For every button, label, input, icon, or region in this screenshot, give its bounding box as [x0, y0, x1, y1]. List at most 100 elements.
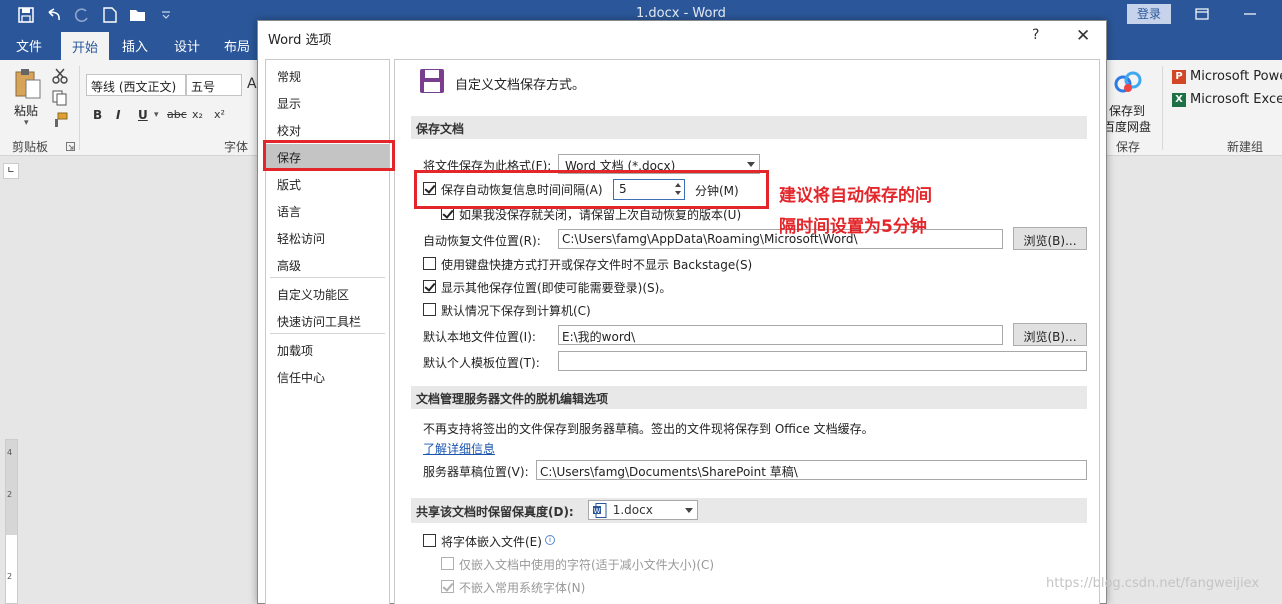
- ribbon-display-options-icon[interactable]: [1192, 5, 1212, 23]
- undo-icon[interactable]: [42, 5, 66, 25]
- embed-fonts-label: 将字体嵌入文件(E): [441, 535, 542, 549]
- save-floppy-icon: [419, 68, 445, 98]
- save-to-baidu-label-2[interactable]: 百度网盘: [1103, 118, 1151, 135]
- info-icon[interactable]: i: [545, 535, 555, 545]
- paste-button[interactable]: 粘贴: [14, 102, 38, 119]
- nav-item-proofing[interactable]: 校对: [266, 117, 389, 141]
- ruler-number: 2: [7, 490, 13, 499]
- save-icon[interactable]: [14, 5, 38, 25]
- tab-layout[interactable]: 布局: [224, 36, 250, 55]
- format-painter-icon[interactable]: [52, 112, 68, 131]
- font-name-combo[interactable]: 等线 (西文正文): [86, 74, 186, 96]
- tab-design[interactable]: 设计: [174, 36, 200, 55]
- show-more-locations-label: 显示其他保存位置(即使可能需要登录)(S)。: [441, 281, 672, 295]
- save-to-baidu-label-1[interactable]: 保存到: [1109, 102, 1145, 119]
- template-path-label: 默认个人模板位置(T):: [423, 356, 540, 370]
- highlight-save-nav: [263, 140, 395, 171]
- highlight-autorecover-setting: [414, 170, 769, 209]
- drafts-path-label: 服务器草稿位置(V):: [423, 465, 529, 479]
- login-button[interactable]: 登录: [1127, 4, 1171, 24]
- learn-more-link[interactable]: 了解详细信息: [423, 440, 495, 457]
- chevron-down-icon: [747, 162, 755, 167]
- browse-local-button[interactable]: 浏览(B)...: [1013, 323, 1087, 346]
- new-document-icon[interactable]: [98, 5, 122, 25]
- new-group-label: 新建组: [1227, 140, 1264, 154]
- section-offline-editing: 文档管理服务器文件的脱机编辑选项: [411, 386, 1087, 409]
- nav-item-customize-ribbon[interactable]: 自定义功能区: [266, 281, 389, 305]
- clipboard-dialog-launcher-icon[interactable]: [66, 140, 75, 154]
- no-common-fonts-checkbox[interactable]: [441, 580, 454, 593]
- ribbon-separator: [79, 66, 80, 150]
- template-path-input[interactable]: [558, 351, 1087, 371]
- paste-dropdown-icon[interactable]: ▾: [24, 118, 29, 128]
- tab-file[interactable]: 文件: [16, 36, 42, 55]
- show-more-locations-checkbox[interactable]: [423, 280, 436, 293]
- local-path-label: 默认本地文件位置(I):: [423, 330, 536, 344]
- annotation-note: 建议将自动保存的间 隔时间设置为5分钟: [779, 181, 959, 243]
- copy-icon[interactable]: [52, 90, 68, 109]
- watermark: https://blog.csdn.net/fangweijiex: [1046, 576, 1260, 591]
- ruler-number: 2: [7, 572, 13, 581]
- tab-home[interactable]: 开始: [61, 32, 110, 60]
- local-path-input[interactable]: E:\我的word\: [558, 325, 1003, 345]
- fidelity-document-dropdown[interactable]: W 1.docx: [587, 500, 698, 521]
- customize-qat-icon[interactable]: [154, 5, 178, 25]
- annotation-line-1: 建议将自动保存的间: [779, 186, 932, 206]
- tab-insert[interactable]: 插入: [122, 36, 148, 55]
- ribbon-separator: [1162, 66, 1163, 150]
- font-size-combo[interactable]: 五号: [186, 74, 242, 96]
- dialog-title: Word 选项: [268, 33, 332, 48]
- bold-button[interactable]: B: [93, 108, 102, 122]
- underline-dropdown-icon[interactable]: ▾: [154, 110, 159, 120]
- save-to-computer-checkbox[interactable]: [423, 303, 436, 316]
- clipboard-icon[interactable]: [14, 68, 42, 103]
- excel-app-item[interactable]: X Microsoft Excel: [1172, 92, 1282, 107]
- strikethrough-button[interactable]: abc: [167, 108, 187, 121]
- drafts-path-value: C:\Users\famg\Documents\SharePoint 草稿\: [540, 465, 798, 479]
- open-folder-icon[interactable]: [126, 5, 150, 25]
- nav-item-advanced[interactable]: 高级: [266, 252, 389, 276]
- embed-used-chars-checkbox[interactable]: [441, 557, 454, 570]
- nav-item-accessibility[interactable]: 轻松访问: [266, 225, 389, 249]
- section-save-documents: 保存文档: [411, 116, 1087, 139]
- hide-backstage-checkbox[interactable]: [423, 257, 436, 270]
- nav-item-add-ins[interactable]: 加载项: [266, 337, 389, 361]
- nav-item-language[interactable]: 语言: [266, 198, 389, 222]
- baidu-netdisk-icon[interactable]: [1114, 70, 1142, 99]
- drafts-path-input[interactable]: C:\Users\famg\Documents\SharePoint 草稿\: [536, 460, 1087, 480]
- nav-item-quick-access-toolbar[interactable]: 快速访问工具栏: [266, 308, 389, 332]
- cut-icon[interactable]: [52, 68, 68, 87]
- powerpoint-label: Microsoft PowerPoint: [1190, 69, 1282, 84]
- browse-autorecover-button[interactable]: 浏览(B)...: [1013, 227, 1087, 250]
- autorecover-path-label: 自动恢复文件位置(R):: [423, 234, 541, 248]
- offline-notice: 不再支持将签出的文件保存到服务器草稿。签出的文件现将保存到 Office 文档缓…: [423, 422, 874, 436]
- underline-button[interactable]: U: [138, 108, 148, 122]
- powerpoint-app-item[interactable]: P Microsoft PowerPoint: [1172, 69, 1282, 84]
- italic-button[interactable]: I: [116, 108, 120, 122]
- tab-selector-icon[interactable]: ∟: [3, 163, 19, 179]
- nav-separator: [270, 277, 385, 278]
- subscript-button[interactable]: x₂: [192, 108, 203, 121]
- nav-item-general[interactable]: 常规: [266, 63, 389, 87]
- nav-item-trust-center[interactable]: 信任中心: [266, 364, 389, 388]
- ruler-number: 4: [7, 448, 13, 457]
- help-button[interactable]: ?: [1032, 27, 1039, 43]
- page-header: 自定义文档保存方式。: [419, 68, 585, 98]
- superscript-button[interactable]: x²: [214, 108, 225, 121]
- powerpoint-icon: P: [1172, 69, 1186, 84]
- close-button[interactable]: ✕: [1076, 26, 1090, 46]
- section-fidelity: 共享该文档时保留保真度(D): W 1.docx: [411, 498, 1087, 523]
- clipboard-group-label: 剪贴板: [12, 140, 49, 154]
- word-document-icon: W: [592, 503, 607, 521]
- redo-icon[interactable]: [70, 5, 94, 25]
- embed-fonts-checkbox[interactable]: [423, 534, 436, 547]
- nav-separator: [270, 333, 385, 334]
- word-options-dialog: Word 选项 ? ✕ 常规 显示 校对 保存 版式 语言 轻松访问 高级 自定…: [257, 20, 1107, 604]
- nav-item-layout[interactable]: 版式: [266, 171, 389, 195]
- minimize-icon[interactable]: [1240, 5, 1260, 23]
- font-size-value: 五号: [191, 80, 216, 94]
- grow-font-button[interactable]: A: [247, 76, 257, 92]
- save-group-label: 保存: [1116, 140, 1141, 154]
- quick-access-toolbar: [14, 5, 178, 25]
- nav-item-display[interactable]: 显示: [266, 90, 389, 114]
